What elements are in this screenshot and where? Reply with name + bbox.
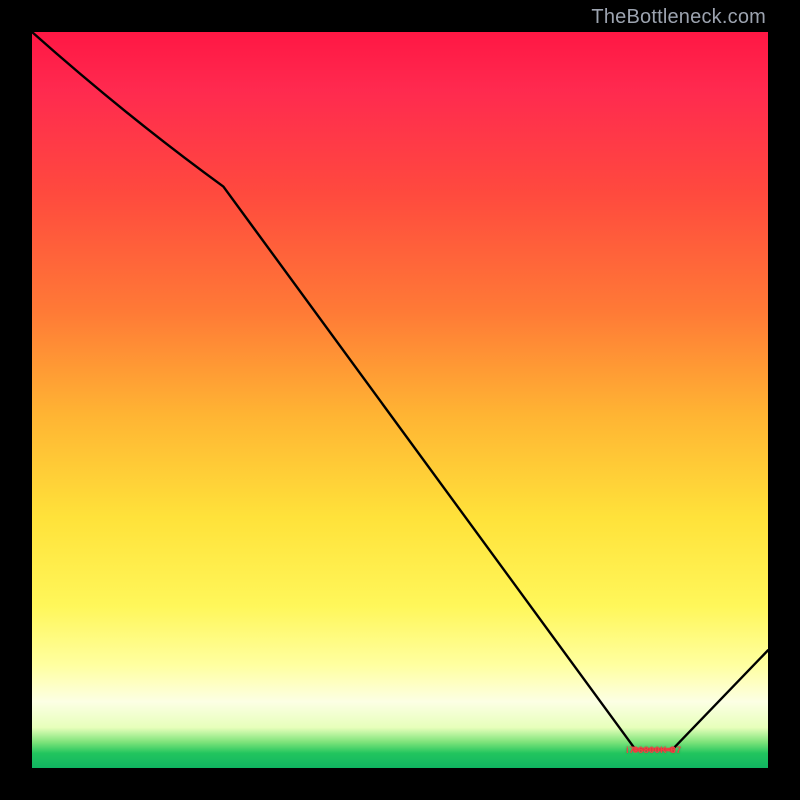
plot-area: i7-6800K-67: [32, 32, 768, 768]
line-chart: [32, 32, 768, 768]
marker-label: i7-6800K-67: [626, 745, 682, 755]
watermark-text: TheBottleneck.com: [591, 6, 766, 29]
chart-stage: TheBottleneck.com i7-6800K-67: [0, 0, 800, 800]
data-curve: [32, 32, 768, 750]
